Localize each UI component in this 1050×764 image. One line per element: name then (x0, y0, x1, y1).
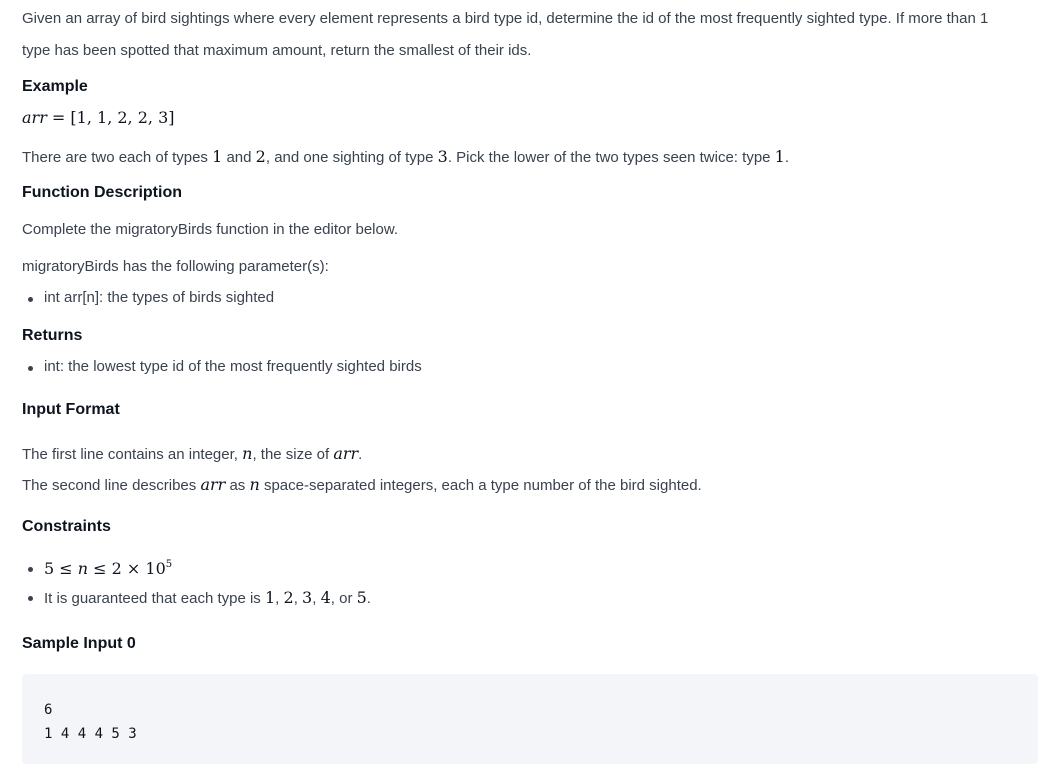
input-format-text: The first line contains an integer, (22, 446, 243, 463)
explanation-text: , and one sighting of type (265, 149, 438, 166)
intro-line-2: type has been spotted that maximum amoun… (22, 42, 532, 59)
example-eq: = (46, 108, 71, 127)
example-array: arr = [1, 1, 2, 2, 3] (22, 108, 175, 127)
input-format-math: arr (200, 475, 226, 494)
input-format-math: n (249, 475, 260, 494)
parameter-item: int arr[n]: the types of birds sighted (22, 289, 274, 306)
explanation-math: 3 (437, 147, 448, 166)
explanation-text: and (222, 149, 256, 166)
intro-paragraph: Given an array of bird sightings where e… (22, 3, 1032, 67)
explanation-math: 1 (212, 147, 223, 166)
input-format-text: space-separated integers, each a type nu… (259, 477, 702, 494)
example-value: [1, 1, 2, 2, 3] (70, 108, 175, 127)
sample-input-heading: Sample Input 0 (22, 635, 136, 652)
sample-input-code: 6 1 4 4 4 5 3 (44, 698, 137, 746)
function-description-heading: Function Description (22, 184, 182, 201)
input-format-line-2: The second line describes arr as n space… (22, 475, 702, 494)
explanation-text: There are two each of types (22, 149, 213, 166)
returns-heading: Returns (22, 327, 83, 344)
input-format-text: as (225, 477, 250, 494)
function-description-line-2: migratoryBirds has the following paramet… (22, 258, 329, 275)
input-format-text: . (358, 446, 363, 463)
input-format-text: , the size of (252, 446, 334, 463)
sample-input-line: 1 4 4 4 5 3 (44, 726, 137, 742)
sample-input-code-block: 6 1 4 4 4 5 3 (22, 674, 1038, 764)
constraints-heading: Constraints (22, 518, 111, 535)
explanation-text: . (784, 149, 790, 166)
input-format-math: arr (333, 444, 359, 463)
explanation-math: 2 (255, 147, 266, 166)
input-format-line-1: The first line contains an integer, n, t… (22, 444, 362, 463)
parameter-list: int arr[n]: the types of birds sighted (22, 289, 274, 306)
explanation-math: 1 (774, 147, 785, 166)
input-format-math: n (242, 444, 253, 463)
sample-input-line: 6 (44, 702, 53, 718)
constraint-item-n-range: 5 ≤ n ≤ 2 × 105 (22, 559, 371, 578)
returns-list: int: the lowest type id of the most freq… (22, 358, 422, 375)
constraints-list: 5 ≤ n ≤ 2 × 105 It is guaranteed that ea… (22, 559, 371, 607)
input-format-heading: Input Format (22, 401, 120, 418)
example-heading: Example (22, 78, 88, 95)
example-var: arr (22, 108, 47, 127)
intro-line-1: Given an array of bird sightings where e… (22, 10, 989, 27)
explanation-text: . Pick the lower of the two types seen t… (447, 149, 775, 166)
constraint-item-types: It is guaranteed that each type is 1, 2,… (22, 588, 371, 607)
input-format-text: The second line describes (22, 477, 201, 494)
returns-item: int: the lowest type id of the most freq… (22, 358, 422, 375)
function-description-line-1: Complete the migratoryBirds function in … (22, 221, 399, 238)
example-explanation: There are two each of types 1 and 2, and… (22, 147, 789, 166)
